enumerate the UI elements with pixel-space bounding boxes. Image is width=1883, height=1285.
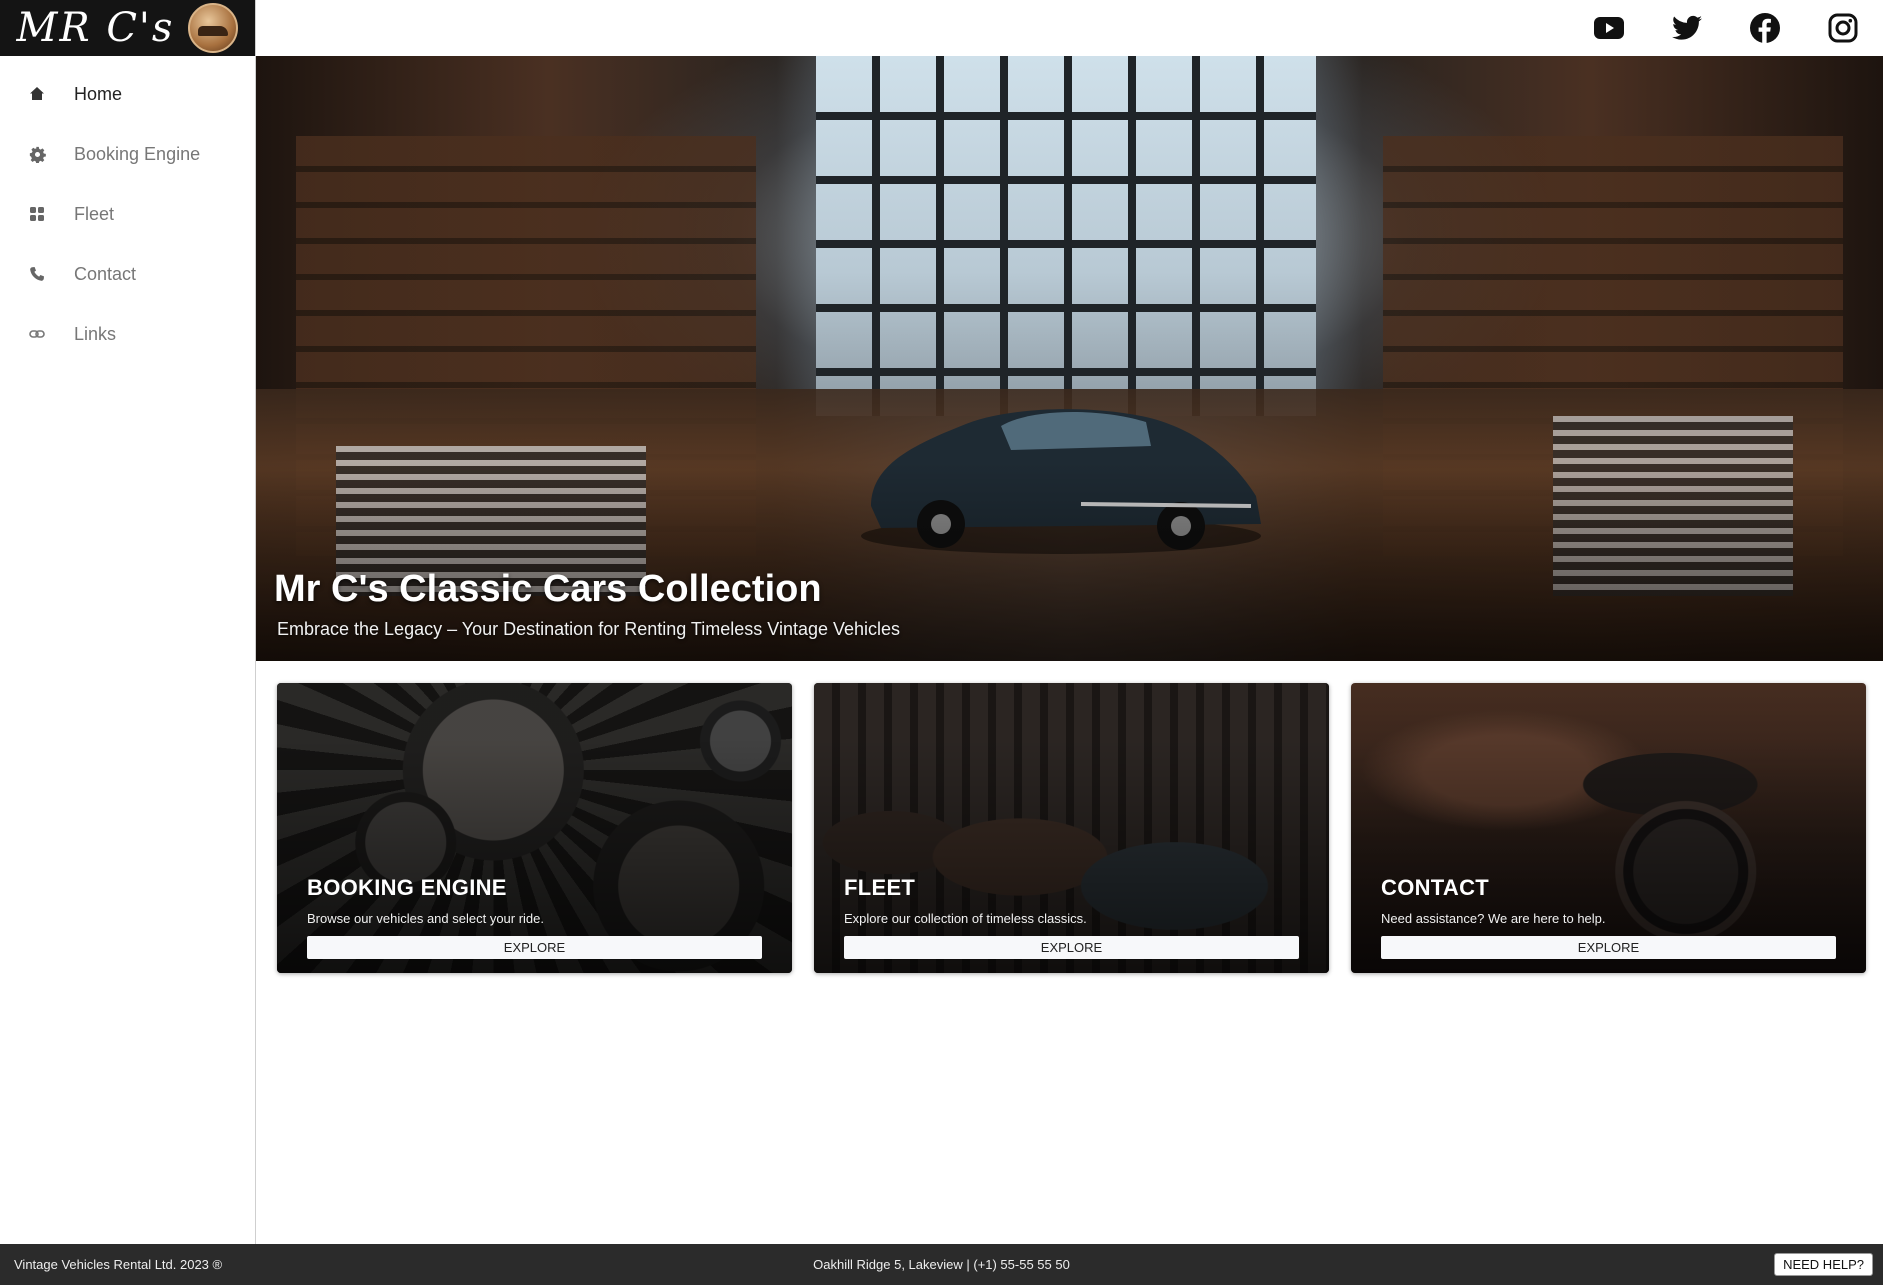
logo-text: MR C's bbox=[16, 5, 175, 51]
footer-copyright: Vintage Vehicles Rental Ltd. 2023 ® bbox=[14, 1257, 223, 1272]
card-description: Browse our vehicles and select your ride… bbox=[307, 911, 545, 926]
card-booking-engine: BOOKING ENGINE Browse our vehicles and s… bbox=[277, 683, 792, 973]
app-root: MR C's Home Booking Engine Fleet Contact… bbox=[0, 0, 1883, 1285]
card-body: CONTACT Need assistance? We are here to … bbox=[1381, 875, 1836, 959]
sidebar-item-label: Links bbox=[74, 323, 117, 344]
hero-subtitle: Embrace the Legacy – Your Destination fo… bbox=[277, 619, 901, 639]
gear-icon bbox=[28, 145, 46, 163]
facebook-icon[interactable] bbox=[1749, 12, 1781, 44]
card-contact: CONTACT Need assistance? We are here to … bbox=[1351, 683, 1866, 973]
sidebar-item-booking-engine[interactable]: Booking Engine bbox=[0, 124, 255, 184]
card-title: BOOKING ENGINE bbox=[307, 875, 507, 900]
sidebar-item-links[interactable]: Links bbox=[0, 304, 255, 364]
sidebar-item-label: Home bbox=[74, 83, 123, 104]
card-title: CONTACT bbox=[1381, 875, 1490, 900]
explore-contact-button[interactable]: EXPLORE bbox=[1381, 936, 1836, 959]
instagram-icon[interactable] bbox=[1827, 12, 1859, 44]
need-help-button[interactable]: NEED HELP? bbox=[1774, 1253, 1873, 1276]
explore-fleet-button[interactable]: EXPLORE bbox=[844, 936, 1299, 959]
hero-garage-window bbox=[816, 56, 1316, 416]
sidebar-item-label: Contact bbox=[74, 263, 137, 284]
phone-icon bbox=[28, 265, 46, 283]
sidebar-item-label: Fleet bbox=[74, 203, 115, 224]
hero-title: Mr C's Classic Cars Collection bbox=[274, 568, 822, 610]
card-body: BOOKING ENGINE Browse our vehicles and s… bbox=[307, 875, 762, 959]
home-icon bbox=[28, 85, 46, 103]
sidebar-item-label: Booking Engine bbox=[74, 143, 201, 164]
brand-logo[interactable]: MR C's bbox=[0, 0, 255, 56]
footer-address: Oakhill Ridge 5, Lakeview | (+1) 55-55 5… bbox=[813, 1257, 1070, 1272]
card-fleet: FLEET Explore our collection of timeless… bbox=[814, 683, 1329, 973]
card-description: Explore our collection of timeless class… bbox=[844, 911, 1087, 926]
footer: Vintage Vehicles Rental Ltd. 2023 ® Oakh… bbox=[0, 1244, 1883, 1285]
card-body: FLEET Explore our collection of timeless… bbox=[844, 875, 1299, 959]
explore-booking-engine-button[interactable]: EXPLORE bbox=[307, 936, 762, 959]
card-title: FLEET bbox=[844, 875, 916, 900]
link-icon bbox=[28, 325, 46, 343]
sidebar-item-contact[interactable]: Contact bbox=[0, 244, 255, 304]
twitter-icon[interactable] bbox=[1671, 12, 1703, 44]
card-description: Need assistance? We are here to help. bbox=[1381, 911, 1606, 926]
sidebar-nav: Home Booking Engine Fleet Contact Links bbox=[0, 56, 255, 364]
logo-car-emblem bbox=[188, 3, 239, 53]
hero-banner: Mr C's Classic Cars Collection Embrace t… bbox=[256, 56, 1883, 661]
sidebar-item-home[interactable]: Home bbox=[0, 64, 255, 124]
sidebar: MR C's Home Booking Engine Fleet Contact… bbox=[0, 0, 256, 1244]
youtube-icon[interactable] bbox=[1593, 12, 1625, 44]
topbar bbox=[256, 0, 1883, 56]
feature-cards: BOOKING ENGINE Browse our vehicles and s… bbox=[277, 683, 1866, 973]
grid-icon bbox=[28, 205, 46, 223]
sidebar-item-fleet[interactable]: Fleet bbox=[0, 184, 255, 244]
